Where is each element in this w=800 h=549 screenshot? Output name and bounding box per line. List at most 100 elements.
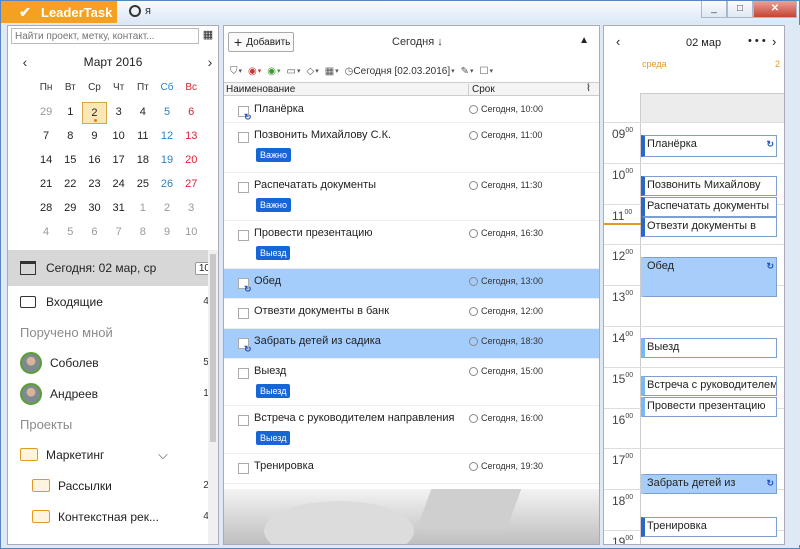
project-filter-icon[interactable]: ▭ ▾ [287,66,301,77]
calendar-day[interactable]: 29 [34,102,58,126]
task-checkbox[interactable] [238,308,249,319]
task-row[interactable]: ↻ Планёрка Сегодня, 10:00 [224,97,599,123]
close-button[interactable]: ✕ [753,1,797,18]
calendar-day[interactable]: 10 [179,222,203,246]
calendar-day[interactable]: 1 [131,198,155,222]
calendar-day[interactable]: 21 [34,174,58,198]
calendar-day[interactable]: 2 [82,102,107,124]
calendar-day[interactable]: 13 [179,126,203,150]
filter-icon[interactable]: ⛉ ▾ [230,66,242,77]
add-task-button[interactable]: + Добавить [228,32,294,52]
search-input[interactable] [11,28,199,44]
calendar-day[interactable]: 6 [82,222,106,246]
calendar-day[interactable]: 30 [82,198,106,222]
maximize-button[interactable]: □ [727,1,753,18]
task-due[interactable]: Сегодня, 11:00 [469,130,542,140]
task-checkbox[interactable] [238,230,249,241]
calendar-day[interactable]: 22 [58,174,82,198]
schedule-prev-button[interactable]: ‹ [616,34,620,49]
calendar-day[interactable]: 4 [131,102,155,126]
performer-filter-icon[interactable]: ◉ ▾ [267,66,280,77]
calendar-day[interactable]: 3 [107,102,131,126]
task-checkbox[interactable] [238,368,249,379]
app-logo[interactable]: ✔ LeaderTask [1,1,117,23]
calendar-day[interactable]: 7 [107,222,131,246]
calendar-day[interactable]: 1 [58,102,82,126]
calendar-day[interactable]: 24 [107,174,131,198]
scrollbar-thumb[interactable] [210,254,216,442]
calendar-month-title[interactable]: Март 2016 [68,55,158,69]
calendar-day[interactable]: 5 [155,102,179,126]
task-checkbox[interactable] [238,415,249,426]
nav-person-sobolev[interactable]: Соболев 5 [8,347,209,378]
date-filter[interactable]: ◷ Сегодня [02.03.2016] ▾ [345,66,455,77]
task-checkbox[interactable] [238,132,249,143]
calendar-day[interactable]: 12 [155,126,179,150]
status-filter-icon[interactable]: ☐ ▾ [480,66,493,77]
calendar-day[interactable]: 10 [107,126,131,150]
task-row[interactable]: Тренировка Сегодня, 19:30 [224,454,599,484]
column-name-header[interactable]: Наименование [226,84,295,95]
calendar-day[interactable]: 8 [131,222,155,246]
calendar-day[interactable]: 14 [34,150,58,174]
calendar-prev-button[interactable]: ‹ [18,54,32,70]
task-tag[interactable]: Выезд [256,431,291,445]
task-row[interactable]: Отвезти документы в банк Сегодня, 12:00 [224,299,599,329]
task-row[interactable]: Провести презентацию Сегодня, 16:30 Выезд [224,221,599,269]
calendar-day[interactable]: 17 [107,150,131,174]
nav-scrollbar[interactable] [208,250,218,544]
schedule-event[interactable]: Планёрка ↻ [641,135,777,157]
nav-project-marketing[interactable]: Маркетинг ⌵ [8,439,208,470]
color-filter-icon[interactable]: ✎ ▾ [461,66,474,77]
calendar-day[interactable]: 26 [155,174,179,198]
calendar-day[interactable]: 31 [107,198,131,222]
schedule-event[interactable]: Обед ↻ [641,257,777,297]
task-due[interactable]: Сегодня, 18:30 [469,336,543,346]
more-icon[interactable]: • • • [748,35,766,47]
task-due[interactable]: Сегодня, 13:00 [469,276,543,286]
task-row[interactable]: ↻ Обед Сегодня, 13:00 [224,269,599,299]
collapse-up-icon[interactable]: ▲ [579,35,589,46]
nav-project-mailings[interactable]: Рассылки 2 [8,470,209,501]
task-due[interactable]: Сегодня, 16:30 [469,228,543,238]
nav-inbox[interactable]: Входящие 4 [8,286,209,317]
schedule-event[interactable]: Позвонить Михайлову [641,176,777,196]
calendar-day[interactable]: 23 [82,174,106,198]
schedule-event[interactable]: Отвезти документы в [641,217,777,237]
task-due[interactable]: Сегодня, 11:30 [469,180,542,190]
calendar-day[interactable]: 7 [34,126,58,150]
schedule-event[interactable]: Провести презентацию [641,397,777,417]
calendar-day[interactable]: 5 [58,222,82,246]
task-due[interactable]: Сегодня, 19:30 [469,461,543,471]
nav-today[interactable]: Сегодня: 02 мар, ср 10 [8,250,214,286]
task-due[interactable]: Сегодня, 10:00 [469,104,543,114]
calendar-day[interactable]: 9 [82,126,106,150]
schedule-event[interactable]: Забрать детей из ↻ [641,474,777,494]
calendar-filter-icon[interactable]: ▦ ▾ [325,66,339,77]
task-due[interactable]: Сегодня, 12:00 [469,306,543,316]
nav-project-context-ads[interactable]: Контекстная рек... 4 [8,501,209,532]
calendar-day[interactable]: 28 [34,198,58,222]
schedule-event[interactable]: Тренировка [641,517,777,537]
assignee-filter-icon[interactable]: ◉ ▾ [248,66,261,77]
task-tag[interactable]: Выезд [256,384,291,398]
calendar-day[interactable]: 9 [155,222,179,246]
calendar-day[interactable]: 2 [155,198,179,222]
calendar-day[interactable]: 4 [34,222,58,246]
column-due-header[interactable]: Срок [468,84,495,95]
task-row[interactable]: Выезд Сегодня, 15:00 Выезд [224,359,599,406]
task-row[interactable]: Распечатать документы Сегодня, 11:30 Важно [224,173,599,221]
calendar-day[interactable]: 29 [58,198,82,222]
calendar-day[interactable]: 18 [131,150,155,174]
all-day-area[interactable] [640,72,784,94]
calendar-search-icon[interactable]: ▦ [201,28,215,44]
task-row[interactable]: Позвонить Михайлову С.К. Сегодня, 11:00 Ва… [224,123,599,173]
calendar-day[interactable]: 27 [179,174,203,198]
calendar-day[interactable]: 3 [179,198,203,222]
schedule-event[interactable]: Выезд [641,338,777,358]
task-tag[interactable]: Важно [256,148,292,162]
task-tag[interactable]: Выезд [256,246,291,260]
schedule-next-button[interactable]: › [772,34,776,49]
task-checkbox[interactable] [238,463,249,474]
task-due[interactable]: Сегодня, 15:00 [469,366,543,376]
